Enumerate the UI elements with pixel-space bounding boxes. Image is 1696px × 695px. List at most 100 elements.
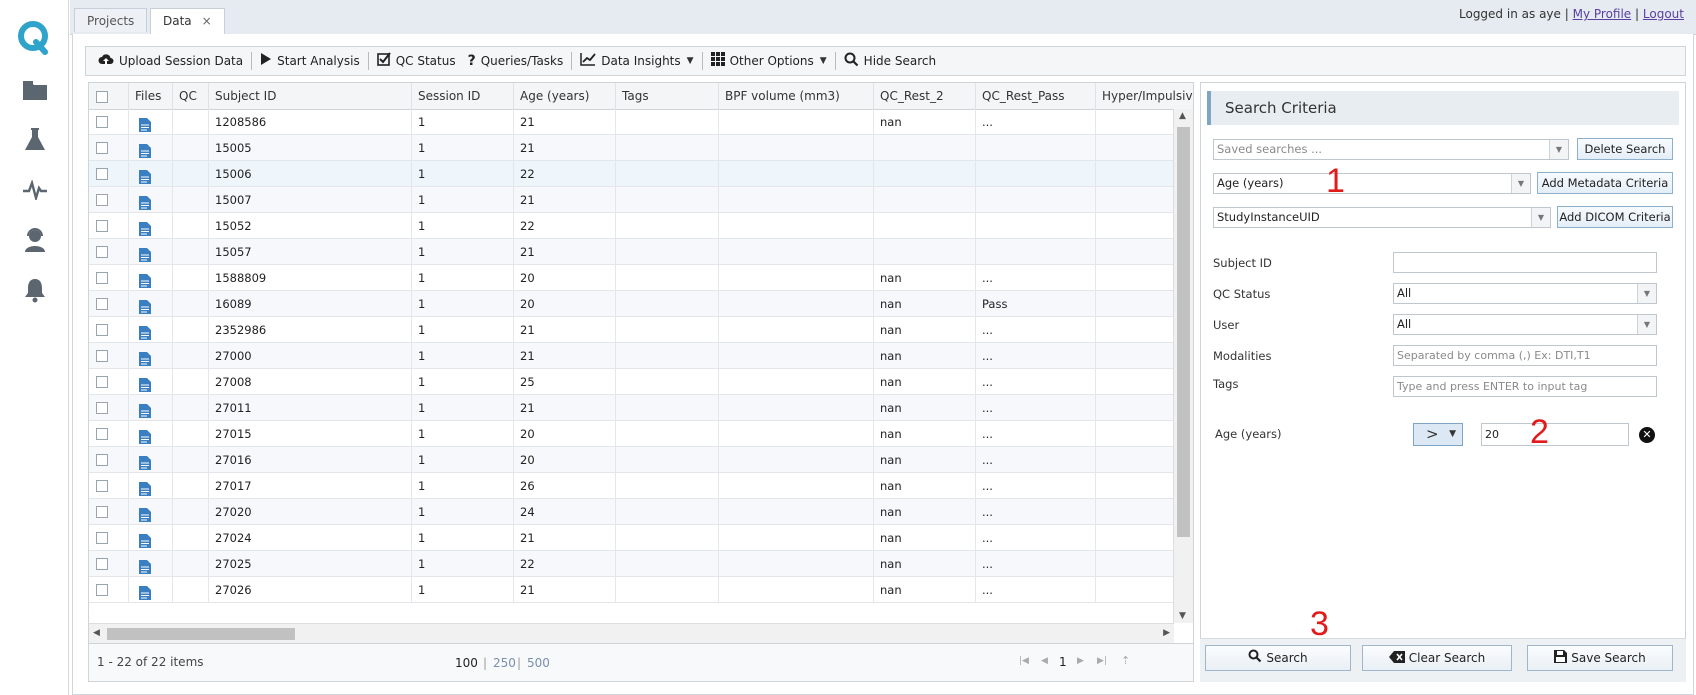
row-checkbox[interactable] [89, 213, 129, 239]
subject-id-input[interactable] [1393, 252, 1657, 273]
file-icon[interactable] [129, 395, 173, 421]
close-icon[interactable]: × [202, 14, 212, 28]
table-row[interactable]: 27024 1 21 nan... [89, 525, 1174, 551]
horizontal-scrollbar[interactable]: ◀ ▶ [89, 623, 1174, 643]
row-checkbox[interactable] [89, 109, 129, 135]
column-header[interactable]: BPF volume (mm3) [719, 83, 874, 109]
table-row[interactable]: 15052 1 22 [89, 213, 1174, 239]
scroll-thumb[interactable] [1177, 127, 1190, 537]
qc-status-button[interactable]: QC Status [371, 48, 462, 74]
row-checkbox[interactable] [89, 161, 129, 187]
page-size-option[interactable]: 100 [455, 656, 478, 670]
file-icon[interactable] [129, 135, 173, 161]
column-header[interactable]: Subject ID [209, 83, 412, 109]
tab-projects[interactable]: Projects [74, 8, 148, 32]
save-search-button[interactable]: Save Search [1527, 645, 1673, 671]
row-checkbox[interactable] [89, 551, 129, 577]
column-header[interactable]: QC [173, 83, 209, 109]
scroll-thumb[interactable] [107, 628, 295, 640]
table-row[interactable]: 27008 1 25 nan... [89, 369, 1174, 395]
file-icon[interactable] [129, 161, 173, 187]
data-insights-button[interactable]: Data Insights ▼ [574, 48, 699, 74]
page-size-option[interactable]: 250 [493, 656, 516, 670]
row-checkbox[interactable] [89, 421, 129, 447]
start-analysis-button[interactable]: Start Analysis [254, 48, 366, 74]
table-row[interactable]: 1208586 1 21 nan... [89, 109, 1174, 135]
add-metadata-criteria-button[interactable]: Add Metadata Criteria [1537, 172, 1673, 194]
flask-icon[interactable] [20, 125, 50, 155]
table-row[interactable]: 15005 1 21 [89, 135, 1174, 161]
file-icon[interactable] [129, 577, 173, 603]
app-logo-icon[interactable] [14, 18, 54, 58]
file-icon[interactable] [129, 525, 173, 551]
table-row[interactable]: 27000 1 21 nan... [89, 343, 1174, 369]
column-header[interactable]: Age (years) [514, 83, 616, 109]
row-checkbox[interactable] [89, 135, 129, 161]
scroll-right-icon[interactable]: ▶ [1163, 628, 1170, 638]
first-page-icon[interactable]: |◀ [1019, 656, 1029, 666]
scroll-left-icon[interactable]: ◀ [93, 628, 100, 638]
support-agent-icon[interactable] [20, 225, 50, 255]
add-dicom-criteria-button[interactable]: Add DICOM Criteria [1557, 206, 1673, 228]
row-checkbox[interactable] [89, 473, 129, 499]
logout-link[interactable]: Logout [1643, 7, 1684, 21]
scroll-top-icon[interactable]: ⇡ [1121, 654, 1130, 667]
tab-data[interactable]: Data × [150, 8, 225, 35]
file-icon[interactable] [129, 473, 173, 499]
row-checkbox[interactable] [89, 343, 129, 369]
file-icon[interactable] [129, 551, 173, 577]
table-row[interactable]: 27015 1 20 nan... [89, 421, 1174, 447]
table-row[interactable]: 15007 1 21 [89, 187, 1174, 213]
file-icon[interactable] [129, 291, 173, 317]
table-row[interactable]: 27017 1 26 nan... [89, 473, 1174, 499]
column-header[interactable]: QC_Rest_Pass [976, 83, 1096, 109]
remove-criteria-icon[interactable]: ✕ [1639, 427, 1655, 443]
last-page-icon[interactable]: ▶| [1097, 656, 1107, 666]
other-options-button[interactable]: Other Options ▼ [705, 48, 833, 74]
file-icon[interactable] [129, 239, 173, 265]
activity-icon[interactable] [20, 175, 50, 205]
current-page[interactable]: 1 [1059, 655, 1067, 669]
file-icon[interactable] [129, 447, 173, 473]
table-row[interactable]: 27016 1 20 nan... [89, 447, 1174, 473]
table-row[interactable]: 27025 1 22 nan... [89, 551, 1174, 577]
table-row[interactable]: 27020 1 24 nan... [89, 499, 1174, 525]
upload-session-button[interactable]: Upload Session Data [92, 48, 249, 74]
table-row[interactable]: 16089 1 20 nan Pass [89, 291, 1174, 317]
row-checkbox[interactable] [89, 525, 129, 551]
column-header[interactable]: Session ID [412, 83, 514, 109]
row-checkbox[interactable] [89, 369, 129, 395]
column-header[interactable]: Tags [616, 83, 719, 109]
next-page-icon[interactable]: ▶ [1077, 656, 1084, 666]
search-button[interactable]: Search [1205, 645, 1351, 671]
my-profile-link[interactable]: My Profile [1573, 7, 1632, 21]
row-checkbox[interactable] [89, 187, 129, 213]
folder-icon[interactable] [20, 75, 50, 105]
column-header[interactable]: QC_Rest_2 [874, 83, 976, 109]
hide-search-button[interactable]: Hide Search [838, 48, 942, 74]
file-icon[interactable] [129, 265, 173, 291]
table-row[interactable]: 27011 1 21 nan... [89, 395, 1174, 421]
file-icon[interactable] [129, 317, 173, 343]
metadata-criteria-select[interactable]: Age (years) ▼ [1213, 173, 1531, 194]
column-header[interactable]: Hyper/Impulsiv [1096, 83, 1193, 109]
dicom-criteria-select[interactable]: StudyInstanceUID ▼ [1213, 207, 1551, 228]
user-select[interactable]: All ▼ [1393, 314, 1657, 335]
table-row[interactable]: 15057 1 21 [89, 239, 1174, 265]
row-checkbox[interactable] [89, 291, 129, 317]
file-icon[interactable] [129, 343, 173, 369]
column-header[interactable]: Files [129, 83, 173, 109]
select-all-checkbox[interactable] [89, 83, 129, 109]
row-checkbox[interactable] [89, 447, 129, 473]
row-checkbox[interactable] [89, 239, 129, 265]
age-value-input[interactable] [1481, 423, 1629, 446]
row-checkbox[interactable] [89, 395, 129, 421]
queries-tasks-button[interactable]: ? Queries/Tasks [462, 48, 570, 74]
qc-status-select[interactable]: All ▼ [1393, 283, 1657, 304]
modalities-input[interactable] [1393, 345, 1657, 366]
saved-searches-select[interactable]: Saved searches ... ▼ [1213, 139, 1569, 160]
file-icon[interactable] [129, 421, 173, 447]
page-size-option[interactable]: 500 [527, 656, 550, 670]
vertical-scrollbar[interactable]: ▲ ▼ [1173, 109, 1193, 623]
row-checkbox[interactable] [89, 499, 129, 525]
